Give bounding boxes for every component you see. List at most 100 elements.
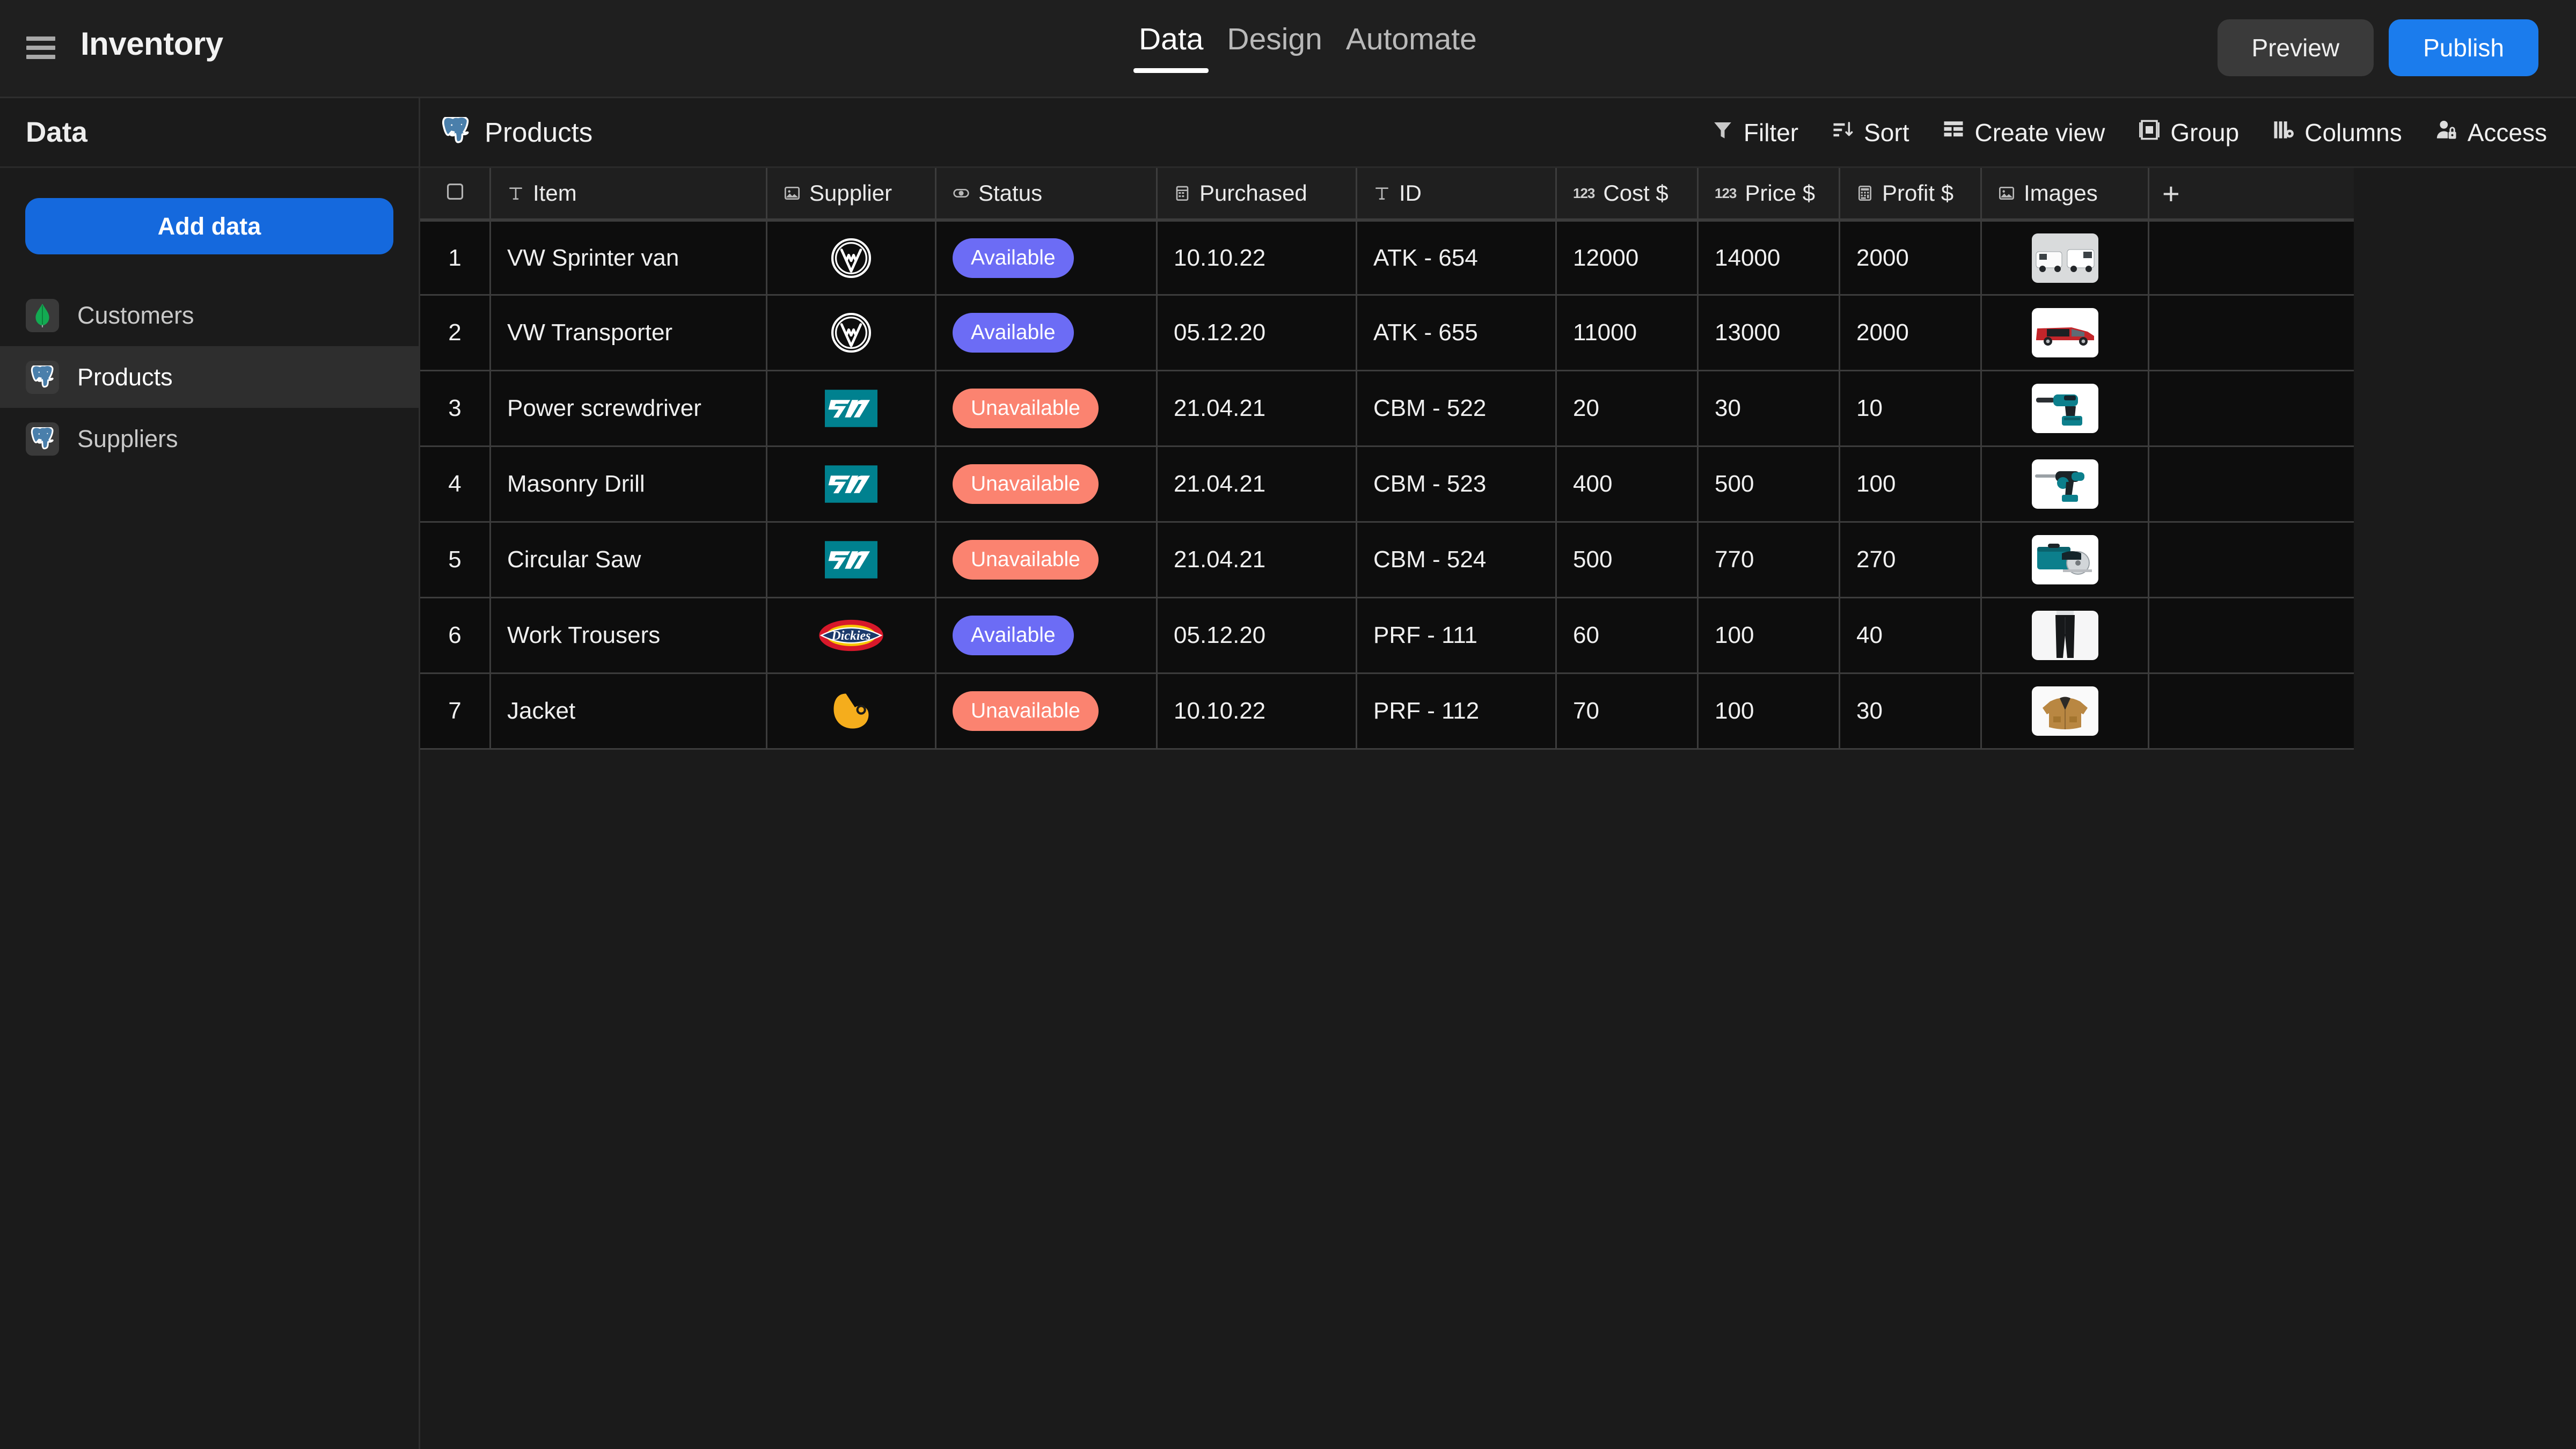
cell-purchased[interactable]: 05.12.20 — [1158, 296, 1357, 371]
cell-images[interactable] — [1982, 447, 2149, 523]
cell-cost[interactable]: 70 — [1557, 674, 1699, 750]
cell-images[interactable] — [1982, 371, 2149, 447]
sidebar-item-suppliers[interactable]: Suppliers — [0, 408, 419, 470]
cell-id[interactable]: PRF - 111 — [1357, 598, 1557, 674]
cell-price[interactable]: 100 — [1699, 598, 1840, 674]
cell-id[interactable]: CBM - 522 — [1357, 371, 1557, 447]
create-view-button[interactable]: Create view — [1942, 118, 2105, 147]
cell-images[interactable] — [1982, 523, 2149, 598]
checkbox-icon[interactable] — [446, 180, 464, 206]
access-button[interactable]: Access — [2435, 118, 2547, 147]
tab-data[interactable]: Data — [1127, 21, 1215, 73]
row-number-cell[interactable]: 2 — [420, 296, 491, 371]
table-row[interactable]: 5 Circular Saw Unavailable 21.04.21 CBM … — [420, 523, 2576, 598]
cell-images[interactable] — [1982, 598, 2149, 674]
sidebar-item-customers[interactable]: Customers — [0, 284, 419, 346]
row-number-cell[interactable]: 3 — [420, 371, 491, 447]
column-header-cost[interactable]: 123 Cost $ — [1557, 168, 1699, 220]
cell-item[interactable]: VW Transporter — [491, 296, 767, 371]
cell-price[interactable]: 13000 — [1699, 296, 1840, 371]
cell-images[interactable] — [1982, 220, 2149, 296]
sidebar-item-products[interactable]: Products — [0, 346, 419, 408]
cell-profit[interactable]: 2000 — [1840, 296, 1982, 371]
add-data-button[interactable]: Add data — [25, 198, 393, 254]
cell-status[interactable]: Unavailable — [936, 523, 1158, 598]
tab-automate[interactable]: Automate — [1334, 21, 1489, 73]
sort-button[interactable]: Sort — [1832, 118, 1909, 147]
group-button[interactable]: Group — [2138, 118, 2239, 147]
cell-images[interactable] — [1982, 674, 2149, 750]
column-header-status[interactable]: Status — [936, 168, 1158, 220]
column-header-purchased[interactable]: Purchased — [1158, 168, 1357, 220]
cell-profit[interactable]: 100 — [1840, 447, 1982, 523]
table-row[interactable]: 1 VW Sprinter van Available 10.10.22 ATK… — [420, 220, 2576, 296]
cell-supplier[interactable] — [767, 523, 936, 598]
cell-supplier[interactable] — [767, 371, 936, 447]
cell-id[interactable]: ATK - 654 — [1357, 220, 1557, 296]
cell-status[interactable]: Available — [936, 220, 1158, 296]
cell-purchased[interactable]: 21.04.21 — [1158, 523, 1357, 598]
cell-price[interactable]: 100 — [1699, 674, 1840, 750]
column-header-images[interactable]: Images — [1982, 168, 2149, 220]
table-row[interactable]: 3 Power screwdriver Unavailable 21.04.21… — [420, 371, 2576, 447]
cell-price[interactable]: 14000 — [1699, 220, 1840, 296]
cell-purchased[interactable]: 05.12.20 — [1158, 598, 1357, 674]
publish-button[interactable]: Publish — [2389, 19, 2538, 76]
cell-status[interactable]: Available — [936, 296, 1158, 371]
tab-design[interactable]: Design — [1215, 21, 1334, 73]
row-number-cell[interactable]: 4 — [420, 447, 491, 523]
cell-id[interactable]: CBM - 524 — [1357, 523, 1557, 598]
cell-item[interactable]: Jacket — [491, 674, 767, 750]
cell-item[interactable]: VW Sprinter van — [491, 220, 767, 296]
column-header-item[interactable]: Item — [491, 168, 767, 220]
cell-status[interactable]: Unavailable — [936, 674, 1158, 750]
row-number-cell[interactable]: 5 — [420, 523, 491, 598]
cell-images[interactable] — [1982, 296, 2149, 371]
cell-id[interactable]: PRF - 112 — [1357, 674, 1557, 750]
cell-status[interactable]: Unavailable — [936, 447, 1158, 523]
columns-button[interactable]: Columns — [2272, 118, 2402, 147]
column-header-price[interactable]: 123 Price $ — [1699, 168, 1840, 220]
filter-button[interactable]: Filter — [1711, 118, 1798, 147]
cell-item[interactable]: Masonry Drill — [491, 447, 767, 523]
cell-profit[interactable]: 270 — [1840, 523, 1982, 598]
cell-supplier[interactable] — [767, 296, 936, 371]
cell-supplier[interactable] — [767, 447, 936, 523]
table-row[interactable]: 4 Masonry Drill Unavailable 21.04.21 CBM… — [420, 447, 2576, 523]
row-number-cell[interactable]: 1 — [420, 220, 491, 296]
cell-profit[interactable]: 10 — [1840, 371, 1982, 447]
cell-item[interactable]: Work Trousers — [491, 598, 767, 674]
cell-cost[interactable]: 500 — [1557, 523, 1699, 598]
column-header-id[interactable]: ID — [1357, 168, 1557, 220]
table-row[interactable]: 7 Jacket Unavailable 10.10.22 PRF - 112 … — [420, 674, 2576, 750]
preview-button[interactable]: Preview — [2218, 19, 2374, 76]
select-all-cell[interactable] — [420, 168, 491, 220]
cell-profit[interactable]: 2000 — [1840, 220, 1982, 296]
cell-cost[interactable]: 11000 — [1557, 296, 1699, 371]
table-row[interactable]: 6 Work Trousers Available 05.12.20 PRF -… — [420, 598, 2576, 674]
cell-status[interactable]: Unavailable — [936, 371, 1158, 447]
cell-purchased[interactable]: 10.10.22 — [1158, 674, 1357, 750]
cell-price[interactable]: 500 — [1699, 447, 1840, 523]
table-row[interactable]: 2 VW Transporter Available 05.12.20 ATK … — [420, 296, 2576, 371]
row-number-cell[interactable]: 7 — [420, 674, 491, 750]
cell-status[interactable]: Available — [936, 598, 1158, 674]
cell-item[interactable]: Power screwdriver — [491, 371, 767, 447]
cell-cost[interactable]: 400 — [1557, 447, 1699, 523]
cell-price[interactable]: 30 — [1699, 371, 1840, 447]
cell-cost[interactable]: 12000 — [1557, 220, 1699, 296]
cell-id[interactable]: ATK - 655 — [1357, 296, 1557, 371]
cell-id[interactable]: CBM - 523 — [1357, 447, 1557, 523]
column-header-profit[interactable]: Profit $ — [1840, 168, 1982, 220]
cell-profit[interactable]: 40 — [1840, 598, 1982, 674]
cell-price[interactable]: 770 — [1699, 523, 1840, 598]
cell-item[interactable]: Circular Saw — [491, 523, 767, 598]
cell-purchased[interactable]: 10.10.22 — [1158, 220, 1357, 296]
cell-cost[interactable]: 20 — [1557, 371, 1699, 447]
cell-purchased[interactable]: 21.04.21 — [1158, 371, 1357, 447]
cell-profit[interactable]: 30 — [1840, 674, 1982, 750]
row-number-cell[interactable]: 6 — [420, 598, 491, 674]
cell-supplier[interactable] — [767, 598, 936, 674]
cell-supplier[interactable] — [767, 220, 936, 296]
hamburger-icon[interactable] — [24, 33, 57, 62]
